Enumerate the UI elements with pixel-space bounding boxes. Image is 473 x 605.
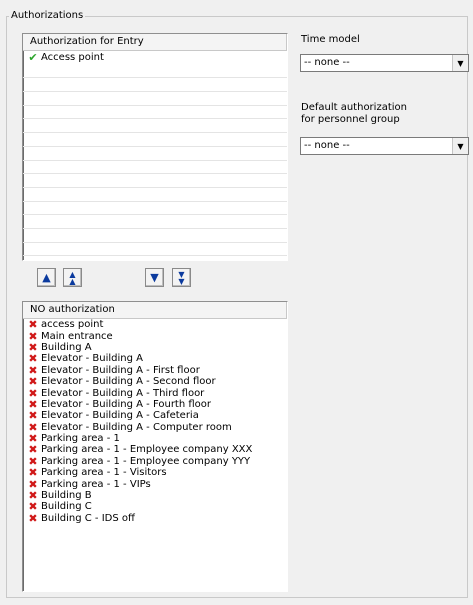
cross-icon: ✖	[28, 489, 38, 503]
list-item-label: Building B	[41, 490, 92, 502]
list-item[interactable]: ✖ Elevator - Building A - First floor	[23, 365, 287, 376]
empty-row	[23, 229, 287, 243]
default-authorization-label-line2: for personnel group	[301, 114, 400, 125]
list-item-label: Parking area - 1	[41, 433, 120, 445]
list-item-label: Elevator - Building A - First floor	[41, 364, 200, 376]
list-item[interactable]: ✖ Building B	[23, 490, 287, 501]
list-item-label: Parking area - 1 - Employee company YYY	[41, 455, 251, 467]
checkmark-icon: ✔	[28, 51, 38, 65]
move-to-top-button[interactable]: ▲ ▲	[63, 268, 82, 287]
empty-row	[23, 147, 287, 161]
double-up-arrow-icon: ▲ ▲	[69, 269, 76, 286]
chevron-down-icon[interactable]: ▼	[452, 138, 468, 154]
list-item[interactable]: ✖ Parking area - 1	[23, 433, 287, 444]
empty-row	[23, 215, 287, 229]
list-item[interactable]: ✖ Elevator - Building A - Computer room	[23, 422, 287, 433]
time-model-value: -- none --	[304, 57, 350, 68]
empty-row	[23, 119, 287, 134]
default-authorization-label-line1: Default authorization	[301, 102, 407, 113]
list-item-label: Elevator - Building A - Third floor	[41, 387, 205, 399]
cross-icon: ✖	[28, 432, 38, 446]
empty-row	[23, 65, 287, 79]
cross-icon: ✖	[28, 443, 38, 457]
list-item-label: Building C	[41, 501, 92, 513]
list-item-label: access point	[41, 319, 104, 331]
cross-icon: ✖	[28, 466, 38, 480]
list-item[interactable]: ✖ Parking area - 1 - Visitors	[23, 467, 287, 478]
cross-icon: ✖	[28, 375, 38, 389]
time-model-select[interactable]: -- none -- ▼	[300, 54, 469, 72]
cross-icon: ✖	[28, 340, 38, 354]
list-item[interactable]: ✖ Elevator - Building A - Cafeteria	[23, 410, 287, 421]
list-item-label: Elevator - Building A - Second floor	[41, 376, 216, 388]
move-down-button[interactable]: ▼	[145, 268, 164, 287]
empty-row	[23, 161, 287, 175]
list-item[interactable]: ✖ access point	[23, 319, 287, 330]
no-authorization-list-header[interactable]: NO authorization	[23, 302, 287, 319]
empty-row	[23, 78, 287, 93]
move-up-button[interactable]: ▲	[37, 268, 56, 287]
empty-row	[23, 188, 287, 202]
cross-icon: ✖	[28, 386, 38, 400]
list-item[interactable]: ✖ Elevator - Building A - Third floor	[23, 386, 287, 400]
double-down-arrow-icon: ▼ ▼	[178, 269, 185, 286]
up-arrow-icon: ▲	[42, 271, 51, 284]
empty-row	[23, 243, 287, 257]
list-item[interactable]: ✖ Elevator - Building A - Fourth floor	[23, 399, 287, 410]
list-item-label: Parking area - 1 - Visitors	[41, 467, 167, 479]
cross-icon: ✖	[28, 454, 38, 468]
list-item[interactable]: ✖ Building C	[23, 501, 287, 512]
list-item-label: Building C - IDS off	[41, 512, 135, 524]
cross-icon: ✖	[28, 420, 38, 434]
cross-icon: ✖	[28, 352, 38, 366]
no-authorization-list[interactable]: NO authorization ✖ access point ✖ Main entr…	[22, 301, 288, 592]
cross-icon: ✖	[28, 511, 38, 525]
empty-row	[23, 202, 287, 216]
empty-row	[23, 133, 287, 147]
list-item[interactable]: ✔ Access point	[23, 51, 287, 65]
chevron-down-icon[interactable]: ▼	[452, 55, 468, 71]
list-item[interactable]: ✖ Building A	[23, 342, 287, 353]
cross-icon: ✖	[28, 318, 38, 332]
move-to-bottom-button[interactable]: ▼ ▼	[172, 268, 191, 287]
group-title: Authorizations	[9, 10, 86, 22]
time-model-label: Time model	[301, 34, 360, 45]
default-authorization-select[interactable]: -- none -- ▼	[300, 137, 469, 155]
cross-icon: ✖	[28, 409, 38, 423]
list-item-label: Access point	[41, 52, 104, 64]
list-item-label: Building A	[41, 341, 92, 353]
list-item-label: Elevator - Building A	[41, 353, 143, 365]
list-item-label: Parking area - 1 - Employee company XXX	[41, 444, 253, 456]
list-item[interactable]: ✖ Parking area - 1 - Employee company YYY	[23, 456, 287, 467]
list-item[interactable]: ✖ Building C - IDS off	[23, 513, 287, 524]
empty-row	[23, 106, 287, 120]
cross-icon: ✖	[28, 500, 38, 514]
list-item[interactable]: ✖ Parking area - 1 - VIPs	[23, 477, 287, 491]
authorization-list-header[interactable]: Authorization for Entry	[23, 34, 287, 51]
list-item[interactable]: ✖ Elevator - Building A	[23, 353, 287, 364]
cross-icon: ✖	[28, 363, 38, 377]
list-item-label: Main entrance	[41, 330, 113, 342]
list-item[interactable]: ✖ Main entrance	[23, 329, 287, 343]
list-item-label: Parking area - 1 - VIPs	[41, 478, 151, 490]
empty-row	[23, 92, 287, 106]
list-item-label: Elevator - Building A - Fourth floor	[41, 398, 212, 410]
list-item[interactable]: ✖ Parking area - 1 - Employee company XXX	[23, 444, 287, 455]
list-item-label: Elevator - Building A - Cafeteria	[41, 410, 199, 422]
default-authorization-value: -- none --	[304, 140, 350, 151]
list-item-label: Elevator - Building A - Computer room	[41, 421, 232, 433]
list-item[interactable]: ✖ Elevator - Building A - Second floor	[23, 376, 287, 387]
cross-icon: ✖	[28, 397, 38, 411]
cross-icon: ✖	[28, 477, 38, 491]
empty-row	[23, 174, 287, 188]
cross-icon: ✖	[28, 329, 38, 343]
authorization-list[interactable]: Authorization for Entry ✔ Access point	[22, 33, 288, 261]
down-arrow-icon: ▼	[150, 271, 159, 284]
